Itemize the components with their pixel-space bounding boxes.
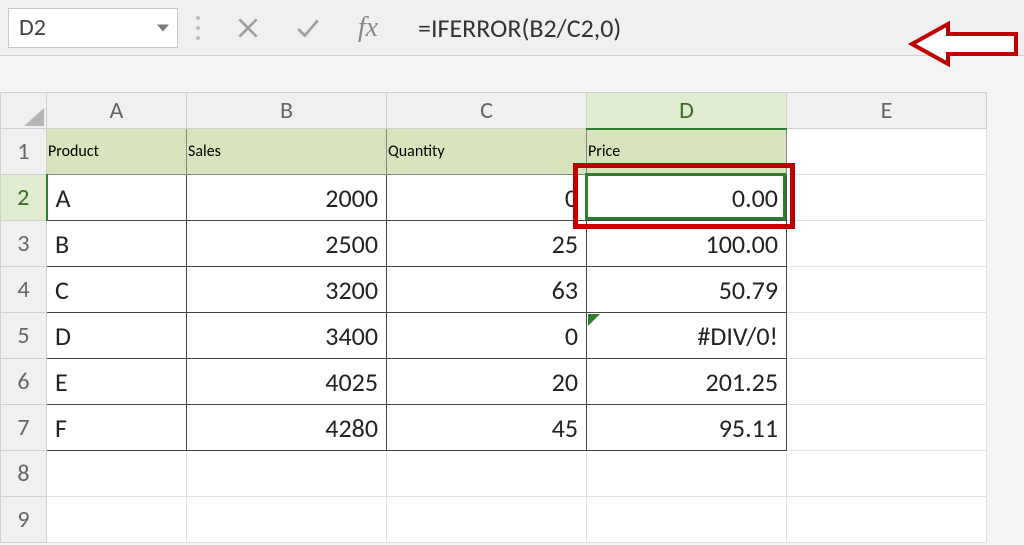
row-header-5[interactable]: 5	[1, 313, 47, 359]
enter-button[interactable]	[278, 8, 338, 48]
cell-B6[interactable]: 4025	[187, 359, 387, 405]
row-header-8[interactable]: 8	[1, 451, 47, 497]
cell-D6[interactable]: 201.25	[587, 359, 787, 405]
spreadsheet-grid[interactable]: ABCDE1ProductSalesQuantityPrice2A200000.…	[0, 92, 987, 543]
cell-D9[interactable]	[587, 497, 787, 543]
cell-D7[interactable]: 95.11	[587, 405, 787, 451]
cell-E7[interactable]	[787, 405, 987, 451]
row-header-1[interactable]: 1	[1, 129, 47, 175]
cell-B9[interactable]	[187, 497, 387, 543]
cell-B2[interactable]: 2000	[187, 175, 387, 221]
cell-D8[interactable]	[587, 451, 787, 497]
row-header-9[interactable]: 9	[1, 497, 47, 543]
formula-text: =IFERROR(B2/C2,0)	[418, 12, 621, 44]
cell-C7[interactable]: 45	[387, 405, 587, 451]
chevron-down-icon[interactable]	[157, 24, 169, 31]
cell-A6[interactable]: E	[47, 359, 187, 405]
cell-E2[interactable]	[787, 175, 987, 221]
cell-C2[interactable]: 0	[387, 175, 587, 221]
cell-E5[interactable]	[787, 313, 987, 359]
cell-A3[interactable]: B	[47, 221, 187, 267]
row-header-4[interactable]: 4	[1, 267, 47, 313]
cell-B7[interactable]: 4280	[187, 405, 387, 451]
cell-C8[interactable]	[387, 451, 587, 497]
cell-E3[interactable]	[787, 221, 987, 267]
column-header-E[interactable]: E	[787, 93, 987, 129]
cell-E8[interactable]	[787, 451, 987, 497]
select-all-corner[interactable]	[1, 93, 47, 129]
column-header-D[interactable]: D	[587, 93, 787, 129]
sheet-area: ABCDE1ProductSalesQuantityPrice2A200000.…	[0, 56, 1024, 543]
cell-A8[interactable]	[47, 451, 187, 497]
row-header-3[interactable]: 3	[1, 221, 47, 267]
grip-dots-icon	[178, 16, 218, 40]
cell-C4[interactable]: 63	[387, 267, 587, 313]
cell-B8[interactable]	[187, 451, 387, 497]
cell-B5[interactable]: 3400	[187, 313, 387, 359]
fx-icon[interactable]: fx	[338, 12, 398, 44]
cell-A1[interactable]: Product	[47, 129, 187, 175]
cell-E4[interactable]	[787, 267, 987, 313]
cell-D2[interactable]: 0.00	[587, 175, 787, 221]
column-header-A[interactable]: A	[47, 93, 187, 129]
cell-B3[interactable]: 2500	[187, 221, 387, 267]
cell-B1[interactable]: Sales	[187, 129, 387, 175]
cell-B4[interactable]: 3200	[187, 267, 387, 313]
row-header-2[interactable]: 2	[1, 175, 47, 221]
cell-D4[interactable]: 50.79	[587, 267, 787, 313]
cancel-button[interactable]	[218, 8, 278, 48]
cell-D3[interactable]: 100.00	[587, 221, 787, 267]
name-box-value: D2	[19, 13, 46, 42]
cell-C6[interactable]: 20	[387, 359, 587, 405]
cell-A4[interactable]: C	[47, 267, 187, 313]
formula-input[interactable]: =IFERROR(B2/C2,0)	[418, 8, 621, 48]
cell-C3[interactable]: 25	[387, 221, 587, 267]
cell-E9[interactable]	[787, 497, 987, 543]
cell-A2[interactable]: A	[47, 175, 187, 221]
cell-A7[interactable]: F	[47, 405, 187, 451]
column-header-C[interactable]: C	[387, 93, 587, 129]
formula-bar: D2 fx =IFERROR(B2/C2,0)	[0, 0, 1024, 56]
cell-C9[interactable]	[387, 497, 587, 543]
cell-E6[interactable]	[787, 359, 987, 405]
column-header-B[interactable]: B	[187, 93, 387, 129]
error-indicator-icon	[588, 314, 600, 326]
cell-A9[interactable]	[47, 497, 187, 543]
cell-D5[interactable]: #DIV/0!	[587, 313, 787, 359]
cell-E1[interactable]	[787, 129, 987, 175]
name-box[interactable]: D2	[8, 8, 178, 48]
cell-C1[interactable]: Quantity	[387, 129, 587, 175]
cell-C5[interactable]: 0	[387, 313, 587, 359]
cell-D1[interactable]: Price	[587, 129, 787, 175]
row-header-7[interactable]: 7	[1, 405, 47, 451]
row-header-6[interactable]: 6	[1, 359, 47, 405]
cell-A5[interactable]: D	[47, 313, 187, 359]
